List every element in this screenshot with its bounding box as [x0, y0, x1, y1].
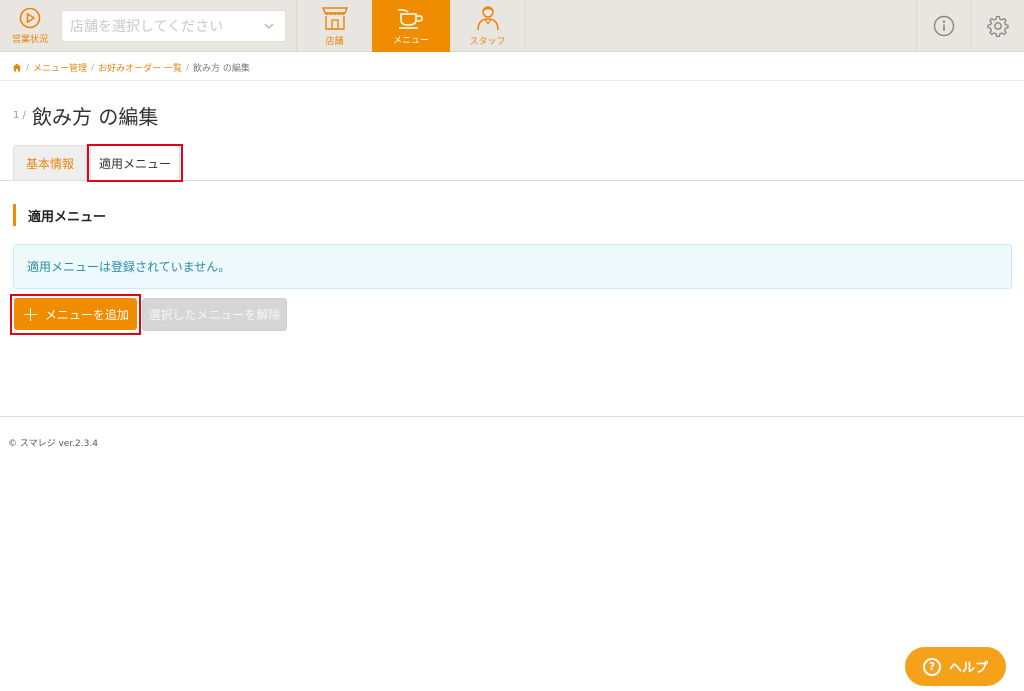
- add-menu-button-label: メニューを追加: [44, 307, 129, 322]
- tab-basic-info[interactable]: 基本情報: [13, 145, 87, 181]
- breadcrumb-menu-management[interactable]: メニュー管理: [33, 61, 87, 74]
- breadcrumb-separator: /: [91, 62, 95, 73]
- footer-version: © スマレジ ver.2.3.4: [8, 439, 98, 449]
- info-button[interactable]: [916, 0, 970, 52]
- remove-button-label: 選択したメニューを解除: [148, 308, 281, 322]
- question-circle-icon: ?: [922, 657, 941, 676]
- breadcrumb-current: 飲み方 の編集: [193, 64, 250, 74]
- nav-menu[interactable]: メニュー: [372, 0, 450, 52]
- store-select[interactable]: 店舗を選択してください: [61, 10, 286, 42]
- staff-person-icon: [476, 6, 499, 31]
- top-navigation-bar: 営業状況 店舗を選択してください 店舗 メニュー スタッフ: [0, 0, 1024, 52]
- play-circle-icon: [19, 7, 41, 29]
- breadcrumb: / メニュー管理 / お好みオーダー 一覧 / 飲み方 の編集: [12, 61, 250, 74]
- page-title-prefix: 1 /: [13, 110, 26, 121]
- info-icon: [933, 15, 954, 37]
- plus-icon: +: [22, 302, 39, 326]
- nav-menu-label: メニュー: [392, 36, 429, 46]
- section-heading: 適用メニュー: [13, 204, 106, 226]
- coffee-cup-icon: [397, 9, 423, 29]
- page-title: 飲み方 の編集: [32, 105, 159, 129]
- storefront-icon: [321, 7, 348, 30]
- help-button-label: ヘルプ: [948, 661, 988, 676]
- empty-info-alert: 適用メニューは登録されていません。: [13, 244, 1012, 289]
- alert-text: 適用メニューは登録されていません。: [27, 260, 231, 274]
- footer-divider: [0, 416, 1024, 417]
- breadcrumb-separator: /: [185, 62, 190, 73]
- nav-staff-label: スタッフ: [469, 37, 506, 47]
- chevron-down-icon: [264, 23, 274, 30]
- breadcrumb-order-list[interactable]: お好みオーダー 一覧: [98, 61, 182, 74]
- breadcrumb-separator: /: [26, 62, 30, 73]
- home-icon[interactable]: [12, 63, 22, 72]
- highlight-box-tab: [87, 144, 183, 182]
- nav-staff[interactable]: スタッフ: [450, 0, 526, 52]
- help-button[interactable]: ? ヘルプ: [905, 647, 1006, 686]
- nav-store[interactable]: 店舗: [296, 0, 372, 52]
- gear-icon: [986, 15, 1009, 37]
- business-status-button[interactable]: 営業状況: [0, 0, 60, 52]
- remove-selected-menu-button[interactable]: 選択したメニューを解除: [142, 298, 287, 331]
- store-select-placeholder: 店舗を選択してください: [70, 19, 224, 35]
- add-menu-button[interactable]: + メニューを追加: [14, 298, 137, 330]
- nav-store-label: 店舗: [325, 37, 344, 47]
- divider: [0, 80, 1024, 81]
- business-status-label: 営業状況: [11, 35, 48, 45]
- settings-button[interactable]: [970, 0, 1024, 52]
